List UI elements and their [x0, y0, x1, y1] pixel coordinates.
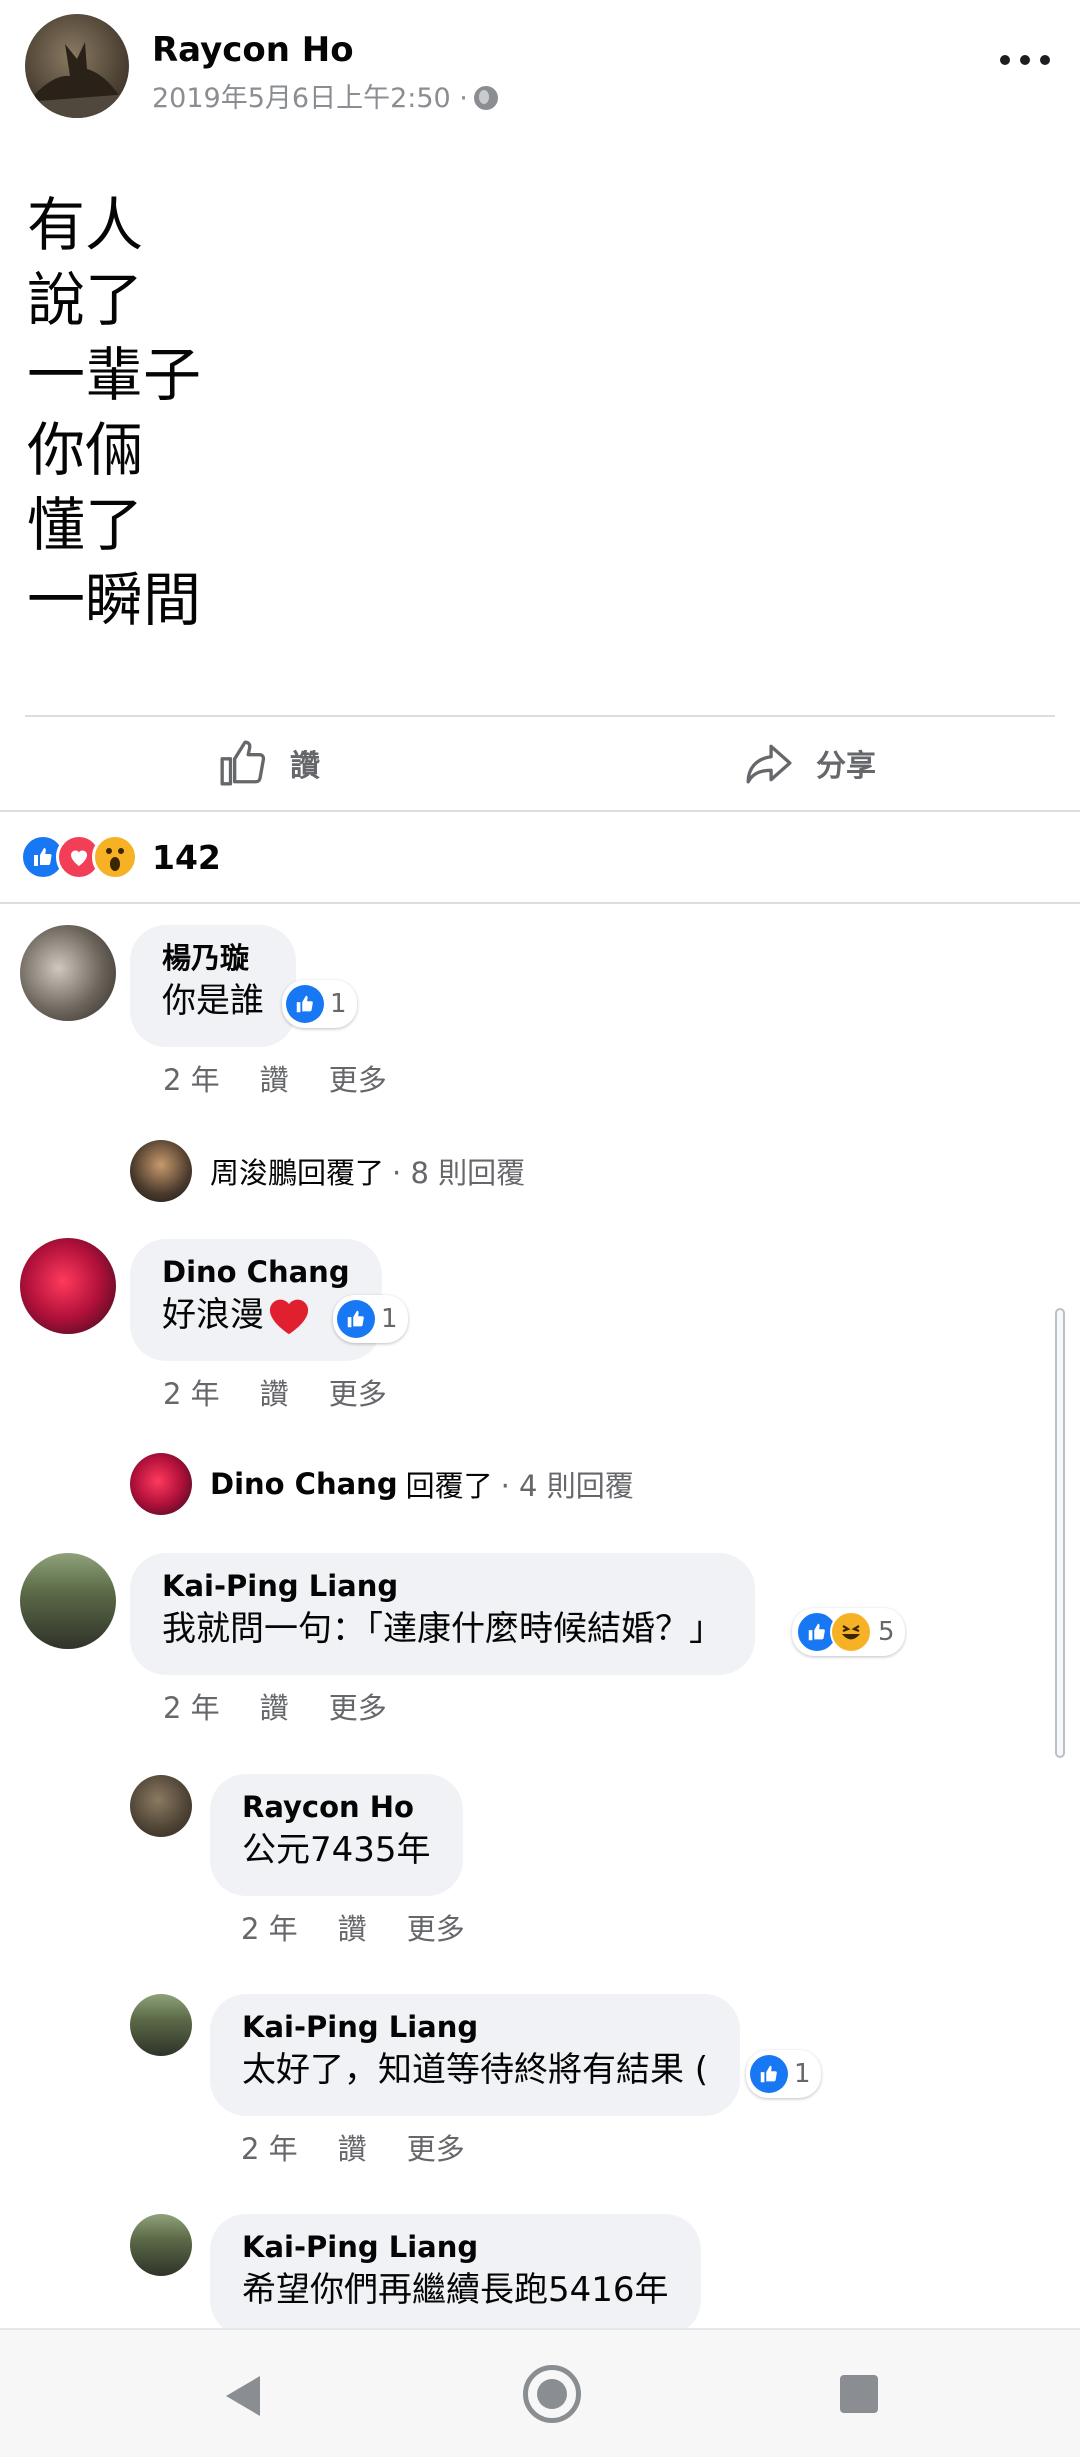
view-replies-link[interactable]: Dino Chang 回覆了 · 4 則回覆	[130, 1453, 634, 1515]
red-heart-icon	[269, 1299, 309, 1335]
reply-like-link[interactable]: 讚	[338, 1906, 367, 1948]
comment-like-link[interactable]: 讚	[260, 1371, 289, 1413]
author-name[interactable]: Raycon Ho	[152, 30, 354, 70]
reply-who: Dino Chang	[210, 1467, 398, 1501]
home-icon[interactable]	[523, 2365, 581, 2423]
comment-actions: 2 年 讚 更多	[163, 1371, 427, 1413]
like-reaction-icon	[337, 1300, 375, 1338]
commenter-avatar[interactable]	[20, 1553, 116, 1649]
reply-author[interactable]: Kai-Ping Liang	[242, 2228, 669, 2266]
replier-avatar[interactable]	[130, 1994, 192, 2056]
reply-bubble[interactable]: Raycon Ho 公元7435年	[210, 1774, 463, 1896]
comment-time: 2 年	[163, 1691, 220, 1725]
wow-reaction-icon	[92, 834, 138, 880]
like-reaction-icon	[286, 985, 324, 1023]
reply-actions: 2 年 讚 更多	[241, 2126, 505, 2168]
comment-time: 2 年	[163, 1377, 220, 1411]
comment-bubble[interactable]: Kai-Ping Liang 我就問一句：「達康什麼時候結婚？」	[130, 1553, 755, 1675]
post-line: 你倆	[27, 416, 144, 484]
reply-bubble[interactable]: Kai-Ping Liang 太好了，知道等待終將有結果 (	[210, 1994, 741, 2116]
post-line: 說了	[27, 266, 144, 334]
reply-count: · 4 則回覆	[500, 1469, 634, 1503]
reactions-summary[interactable]: 142	[20, 832, 221, 882]
reply-reaction-badge[interactable]: 1	[746, 2050, 821, 2098]
comment-text: 你是誰	[162, 981, 264, 1021]
share-arrow-icon	[746, 744, 792, 784]
replier-avatar[interactable]	[130, 2214, 192, 2276]
comment-text: 我就問一句：「達康什麼時候結婚？」	[162, 1609, 723, 1649]
comment-more-link[interactable]: 更多	[329, 1371, 387, 1413]
comment-more-link[interactable]: 更多	[329, 1057, 387, 1099]
reply-author[interactable]: Kai-Ping Liang	[242, 2008, 708, 2046]
more-options-icon[interactable]	[1000, 40, 1050, 80]
reply-more-link[interactable]: 更多	[407, 1906, 465, 1948]
reaction-count: 142	[152, 837, 221, 877]
reaction-badge-count: 1	[794, 2059, 811, 2089]
like-button[interactable]: 讚	[218, 730, 320, 796]
commenter-avatar[interactable]	[20, 925, 116, 1021]
reply-more-link[interactable]: 更多	[407, 2126, 465, 2168]
view-replies-link[interactable]: 周浚鵬回覆了 · 8 則回覆	[130, 1140, 525, 1202]
share-label: 分享	[816, 749, 876, 784]
divider	[0, 902, 1080, 904]
comment-more-link[interactable]: 更多	[329, 1685, 387, 1727]
reply-text: 希望你們再繼續長跑5416年	[242, 2270, 669, 2310]
replier-avatar	[130, 1140, 192, 1202]
comment-reaction-badge[interactable]: 5	[792, 1608, 905, 1656]
post-line: 一瞬間	[27, 566, 202, 634]
reply-actions: 2 年 讚 更多	[241, 1906, 505, 1948]
comment-like-link[interactable]: 讚	[260, 1685, 289, 1727]
comment-reaction-badge[interactable]: 1	[333, 1295, 408, 1343]
comment-author[interactable]: 楊乃璇	[162, 939, 264, 977]
globe-icon	[473, 86, 498, 110]
reply-text: 太好了，知道等待終將有結果 (	[242, 2050, 709, 2090]
reply-verb: 回覆了	[405, 1469, 493, 1503]
author-avatar[interactable]	[25, 14, 129, 118]
commenter-avatar[interactable]	[20, 1238, 116, 1334]
haha-reaction-icon	[830, 1611, 872, 1653]
comment-author[interactable]: Kai-Ping Liang	[162, 1567, 723, 1605]
like-label: 讚	[290, 749, 320, 784]
reaction-badge-count: 5	[878, 1617, 895, 1647]
replier-avatar[interactable]	[130, 1775, 192, 1837]
scrollbar[interactable]	[1055, 1308, 1065, 1758]
reply-like-link[interactable]: 讚	[338, 2126, 367, 2168]
comment-bubble[interactable]: 楊乃璇 你是誰	[130, 925, 296, 1047]
back-icon[interactable]	[222, 2374, 262, 2418]
thumbs-up-icon	[220, 740, 266, 786]
replier-avatar	[130, 1453, 192, 1515]
recent-apps-icon[interactable]	[840, 2375, 878, 2413]
system-navigation-bar	[0, 2328, 1080, 2457]
post-line: 懂了	[27, 491, 144, 559]
share-button[interactable]: 分享	[744, 730, 876, 796]
post-body: 有人 說了 一輩子 你倆 懂了 一瞬間	[27, 188, 201, 638]
post-line: 一輩子	[27, 341, 202, 409]
comment-actions: 2 年 讚 更多	[163, 1685, 427, 1727]
reply-bubble[interactable]: Kai-Ping Liang 希望你們再繼續長跑5416年	[210, 2214, 701, 2336]
like-reaction-icon	[750, 2055, 788, 2093]
comment-text-row: 好浪漫	[162, 1291, 350, 1339]
reaction-badge-count: 1	[381, 1304, 398, 1334]
reply-count: · 8 則回覆	[392, 1156, 526, 1190]
comment-text: 好浪漫	[162, 1295, 264, 1335]
reaction-badge-count: 1	[330, 989, 347, 1019]
comment-time: 2 年	[163, 1063, 220, 1097]
comment-like-link[interactable]: 讚	[260, 1057, 289, 1099]
reply-time: 2 年	[241, 2132, 298, 2166]
post-line: 有人	[27, 191, 144, 259]
reply-author[interactable]: Raycon Ho	[242, 1788, 431, 1826]
post-timestamp[interactable]: 2019年5月6日上午2:50 ·	[152, 76, 498, 115]
divider	[0, 810, 1080, 812]
comment-actions: 2 年 讚 更多	[163, 1057, 427, 1099]
reply-text: 公元7435年	[242, 1830, 431, 1870]
reply-who: 周浚鵬回覆了	[210, 1156, 385, 1190]
comment-reaction-badge[interactable]: 1	[282, 980, 357, 1028]
divider	[25, 715, 1055, 717]
timestamp-text: 2019年5月6日上午2:50 ·	[152, 83, 468, 114]
comment-author[interactable]: Dino Chang	[162, 1253, 350, 1291]
reply-time: 2 年	[241, 1912, 298, 1946]
post-header: Raycon Ho 2019年5月6日上午2:50 ·	[0, 0, 1080, 130]
